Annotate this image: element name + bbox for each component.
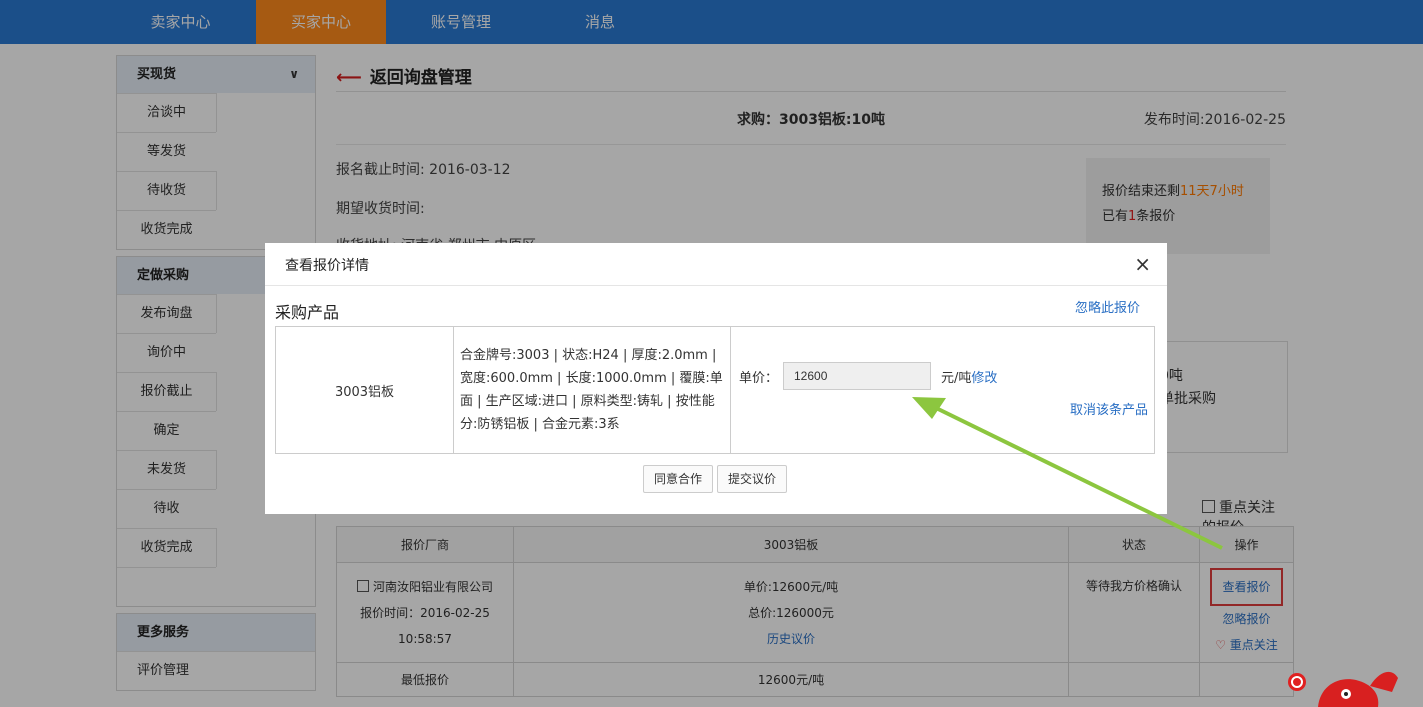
price-unit: 元/吨 <box>941 371 972 386</box>
section-title: 采购产品 <box>275 303 340 322</box>
close-icon[interactable]: × <box>1134 252 1151 276</box>
price-cell: 单价： 元/吨修改 取消该条产品 <box>730 326 1155 454</box>
mascot-icon[interactable] <box>1288 668 1423 707</box>
product-name: 3003铝板 <box>275 326 454 454</box>
product-spec: 合金牌号:3003 | 状态:H24 | 厚度:2.0mm | 宽度:600.0… <box>453 326 731 454</box>
modal-title: 查看报价详情 <box>285 258 369 274</box>
modal-header: 查看报价详情 × <box>265 243 1167 286</box>
submit-negotiation-button[interactable]: 提交议价 <box>717 465 788 493</box>
unit-price-input[interactable] <box>783 362 931 390</box>
ignore-quote-link[interactable]: 忽略此报价 <box>1075 297 1140 316</box>
product-table: 3003铝板 合金牌号:3003 | 状态:H24 | 厚度:2.0mm | 宽… <box>275 326 1155 454</box>
price-unit-line: 元/吨修改 <box>941 367 997 386</box>
price-label: 单价： <box>739 371 779 386</box>
cancel-product-link[interactable]: 取消该条产品 <box>1070 399 1148 418</box>
agree-button[interactable]: 同意合作 <box>643 465 714 493</box>
modify-link[interactable]: 修改 <box>971 371 997 386</box>
quote-detail-modal: 查看报价详情 × 采购产品 忽略此报价 3003铝板 合金牌号:3003 | 状… <box>265 243 1167 514</box>
table-row: 3003铝板 合金牌号:3003 | 状态:H24 | 厚度:2.0mm | 宽… <box>275 326 1155 454</box>
